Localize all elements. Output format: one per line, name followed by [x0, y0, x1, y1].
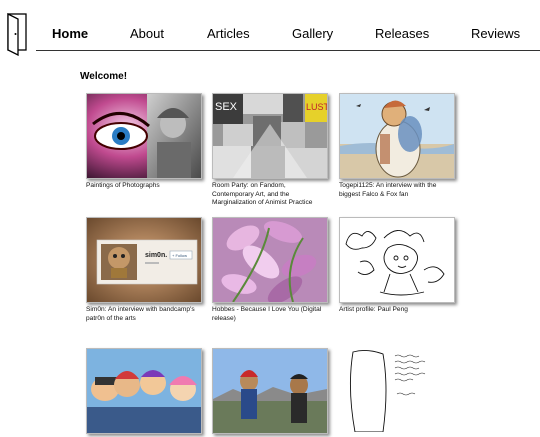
- post-caption[interactable]: Paintings of Photographs: [86, 182, 202, 191]
- post-thumbnail[interactable]: [339, 217, 455, 303]
- post-thumbnail[interactable]: SEX LUST: [212, 93, 328, 179]
- post-caption[interactable]: Room Party: on Fandom, Contemporary Art,…: [212, 182, 328, 208]
- post-thumbnail[interactable]: [212, 217, 328, 303]
- post-card[interactable]: [212, 348, 328, 437]
- post-caption[interactable]: Sim0n: An interview with bandcamp's patr…: [86, 306, 202, 323]
- nav-divider: [36, 50, 540, 51]
- post-card[interactable]: Paintings of Photographs: [86, 93, 202, 191]
- thumb-profile-name: sim0n.: [145, 252, 167, 259]
- thumb-text-lust: LUST: [306, 102, 327, 112]
- post-caption[interactable]: Hobbes - Because I Love You (Digital rel…: [212, 306, 328, 323]
- post-card[interactable]: [86, 348, 202, 437]
- post-thumbnail[interactable]: sim0n. + Follow: [86, 217, 202, 303]
- door-logo-icon[interactable]: [6, 12, 28, 57]
- post-thumbnail[interactable]: [339, 93, 455, 179]
- post-caption[interactable]: Togepi1125: An interview with the bigges…: [339, 182, 455, 199]
- post-card[interactable]: Hobbes - Because I Love You (Digital rel…: [212, 217, 328, 323]
- nav-about[interactable]: About: [130, 26, 164, 42]
- post-card[interactable]: Togepi1125: An interview with the bigges…: [339, 93, 455, 199]
- post-thumbnail[interactable]: [339, 348, 453, 432]
- post-caption[interactable]: Artist profile: Paul Peng: [339, 306, 455, 315]
- post-thumbnail[interactable]: [212, 348, 328, 434]
- nav-home[interactable]: Home: [52, 26, 88, 42]
- nav-articles[interactable]: Articles: [207, 26, 250, 42]
- post-thumbnail[interactable]: [86, 348, 202, 434]
- post-card[interactable]: SEX LUST Room Party: on Fandom, Contempo…: [212, 93, 328, 208]
- thumb-text-sex: SEX: [215, 101, 238, 113]
- post-card[interactable]: [339, 348, 455, 435]
- post-card[interactable]: Artist profile: Paul Peng: [339, 217, 455, 315]
- post-card[interactable]: sim0n. + Follow Sim0n: An interview with…: [86, 217, 202, 323]
- nav-releases[interactable]: Releases: [375, 26, 429, 42]
- thumb-follow-text: + Follow: [172, 253, 187, 258]
- main-nav: Home About Articles Gallery Releases Rev…: [36, 26, 540, 44]
- nav-gallery[interactable]: Gallery: [292, 26, 333, 42]
- post-thumbnail[interactable]: [86, 93, 202, 179]
- nav-reviews[interactable]: Reviews: [471, 26, 520, 42]
- page-heading: Welcome!: [80, 71, 128, 82]
